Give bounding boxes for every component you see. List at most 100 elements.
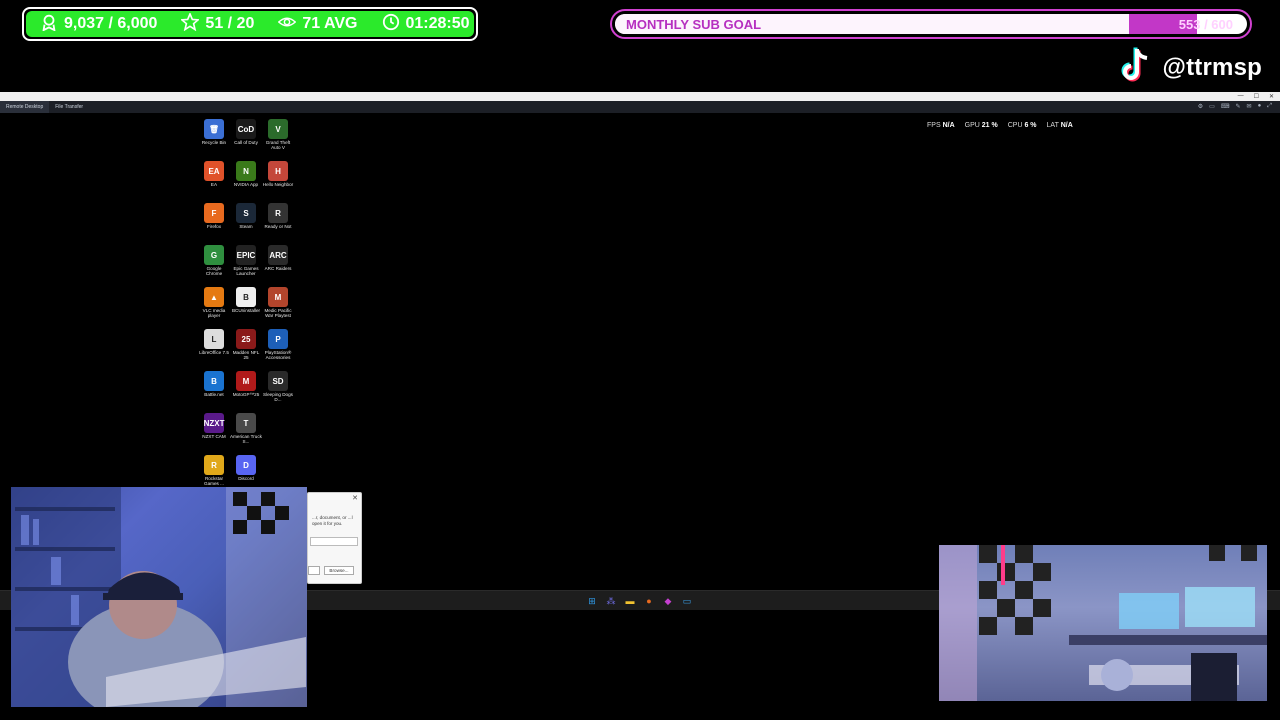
desktop-icon-label: Google Chrome (205, 266, 223, 277)
fullscreen-icon[interactable]: ⤢ (1267, 103, 1272, 110)
explorer-icon[interactable]: ▬ (623, 594, 637, 608)
stat-avg: 71 AVG (272, 13, 363, 36)
keyboard-icon[interactable]: ⌨ (1221, 103, 1230, 110)
sub-goal-title: MONTHLY SUB GOAL (626, 17, 762, 32)
pen-icon[interactable]: ✎ (1236, 103, 1241, 110)
app-icon[interactable]: ◆ (661, 594, 675, 608)
app-icon: D (236, 455, 256, 475)
run-dialog: ✕ ...r, document, or ...l open it for yo… (307, 492, 362, 584)
desktop-icon[interactable]: EPIC Epic Games Launcher (230, 242, 262, 284)
tiktok-handle-badge: @ttrmsp (1119, 46, 1262, 89)
app-icon: F (204, 203, 224, 223)
app-icon: CoD (236, 119, 256, 139)
desktop-icon-label: BCUninstaller (231, 308, 261, 313)
app-icon: NZXT (204, 413, 224, 433)
desktop-icon[interactable]: T American Truck S... (230, 410, 262, 452)
star-icon (180, 11, 201, 36)
webcam-room (939, 545, 1267, 701)
dialog-cancel-button[interactable] (308, 566, 320, 575)
timer-icon (382, 13, 400, 36)
record-icon[interactable]: ● (1258, 103, 1262, 110)
remote-tool-icons: ⚙ ▭ ⌨ ✎ ✉ ● ⤢ (1198, 103, 1272, 110)
desktop-icon-label: Recycle Bin (201, 140, 227, 145)
start-icon[interactable]: ⊞ (585, 594, 599, 608)
dialog-input[interactable] (310, 537, 358, 546)
settings-icon[interactable]: ⚙ (1198, 103, 1203, 110)
remote-window-titlebar[interactable]: — ☐ ✕ (0, 92, 1280, 101)
desktop-icon[interactable]: SD Sleeping Dogs D... (262, 368, 294, 410)
desktop-icon[interactable]: B BCUninstaller (230, 284, 262, 326)
eye-icon (277, 13, 297, 36)
sub-goal-track: MONTHLY SUB GOAL 553 / 600 (615, 14, 1247, 34)
desktop-icon-label: American Truck S... (230, 434, 262, 445)
desktop-icon[interactable]: ▲ VLC media player (198, 284, 230, 326)
monitor-icon[interactable]: ▭ (1209, 103, 1215, 110)
desktop-icon[interactable]: EA EA (198, 158, 230, 200)
person-icon (40, 13, 58, 36)
desktop-icon[interactable]: 25 Madden NFL 25 (230, 326, 262, 368)
desktop-icon[interactable]: B Battle.net (198, 368, 230, 410)
desktop-icon[interactable]: P PlayStation® Accessories (262, 326, 294, 368)
perf-cpu: CPU 6 % (1007, 122, 1037, 129)
desktop-icon[interactable]: NZXT NZXT CAM (198, 410, 230, 452)
stat-stars-value: 51 / 20 (205, 15, 255, 32)
tab-label: File Transfer (55, 104, 84, 110)
desktop-icon[interactable]: R Ready or Not (262, 200, 294, 242)
dialog-text: ...r, document, or ...l open it for you. (312, 515, 353, 526)
app-icon: R (268, 203, 288, 223)
stream-stats-inner: 9,037 / 6,000 51 / 20 71 AVG 01:28:50 (26, 11, 474, 37)
desktop-icon-label: Firefox (206, 224, 222, 229)
tab-file-transfer[interactable]: File Transfer (49, 101, 89, 113)
chat-icon[interactable]: ✉ (1247, 103, 1252, 110)
desktop-icon[interactable]: N NVIDIA App (230, 158, 262, 200)
app-icon: M (268, 287, 288, 307)
desktop-icon[interactable]: M MotoGP™25 (230, 368, 262, 410)
tiktok-handle: @ttrmsp (1162, 53, 1262, 81)
desktop-icon[interactable]: ARC ARC Raiders (262, 242, 294, 284)
webcam-streamer-scene (11, 487, 307, 707)
perf-fps: FPS N/A (927, 122, 955, 129)
desktop-icon-label: Madden NFL 25 (232, 350, 260, 361)
app-icon: N (236, 161, 256, 181)
app-icon: B (204, 371, 224, 391)
desktop-icon-label: LibreOffice 7.5 (199, 350, 229, 355)
teams-icon[interactable]: ⁂ (604, 594, 618, 608)
desktop-icon-label: NZXT CAM (202, 434, 226, 439)
firefox-icon[interactable]: ● (642, 594, 656, 608)
remote-toolbar: Remote Desktop File Transfer ⚙ ▭ ⌨ ✎ ✉ ●… (0, 101, 1280, 113)
desktop-icon[interactable]: H Hello Neighbor (262, 158, 294, 200)
webcam-room-scene (939, 545, 1267, 701)
desktop-icon-label: MotoGP™25 (232, 392, 260, 397)
desktop-icon[interactable]: S Steam (230, 200, 262, 242)
desktop-icon[interactable]: F Firefox (198, 200, 230, 242)
stream-stats-bar: 9,037 / 6,000 51 / 20 71 AVG 01:28:50 (22, 7, 478, 41)
close-icon[interactable]: ✕ (352, 494, 358, 502)
desktop-icon[interactable]: V Grand Theft Auto V (262, 116, 294, 158)
minimize-icon[interactable]: — (1238, 93, 1244, 100)
tab-remote-desktop[interactable]: Remote Desktop (0, 101, 50, 113)
desktop-icon[interactable]: G Google Chrome (198, 242, 230, 284)
window-controls: — ☐ ✕ (1238, 93, 1274, 100)
close-icon[interactable]: ✕ (1269, 93, 1274, 100)
app-icon: M (236, 371, 256, 391)
desktop-icon[interactable]: M Medic Pacific War Playtest (262, 284, 294, 326)
browse-button[interactable]: Browse... (324, 566, 354, 575)
desktop-icon (262, 410, 294, 452)
app-icon: R (204, 455, 224, 475)
desktop-icon-label: VLC media player (202, 308, 226, 319)
app-icon: V (268, 119, 288, 139)
perf-gpu: GPU 21 % (964, 122, 998, 129)
run-icon[interactable]: ▭ (680, 594, 694, 608)
app-icon: P (268, 329, 288, 349)
stat-avg-value: 71 AVG (302, 15, 358, 32)
desktop-icon[interactable]: L LibreOffice 7.5 (198, 326, 230, 368)
webcam-streamer (11, 487, 307, 707)
desktop-icon[interactable]: CoD Call of Duty (230, 116, 262, 158)
app-icon: H (268, 161, 288, 181)
desktop-icon-label: NVIDIA App (233, 182, 259, 187)
app-icon: EA (204, 161, 224, 181)
maximize-icon[interactable]: ☐ (1254, 93, 1259, 100)
desktop-icon[interactable]: 🗑 Recycle Bin (198, 116, 230, 158)
desktop-icon-label: Battle.net (204, 392, 224, 397)
app-icon: ARC (268, 245, 288, 265)
